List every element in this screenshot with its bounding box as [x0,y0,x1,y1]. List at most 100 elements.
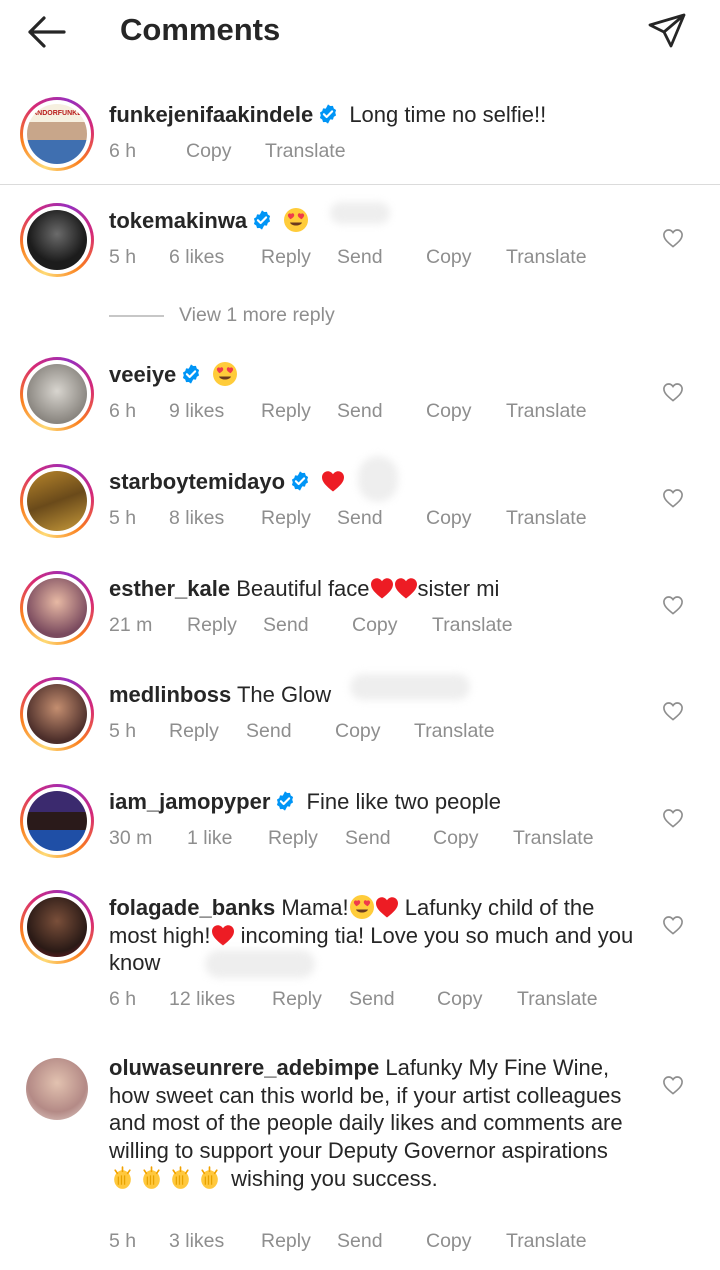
avatar[interactable] [20,464,94,538]
translate-button[interactable]: Translate [265,140,346,163]
likes-count[interactable]: 1 like [187,827,233,850]
comment-text: folagade_banks Mama! Lafunky child of th… [109,894,639,977]
avatar[interactable] [20,571,94,645]
comment-text: iam_jamopyper Fine like two people [109,788,639,816]
send-button[interactable]: Send [337,400,383,423]
copy-button[interactable]: Copy [437,988,483,1011]
translate-button[interactable]: Translate [506,1230,587,1253]
view-more-label[interactable]: View 1 more reply [179,304,335,327]
heart-outline-icon[interactable] [662,382,684,402]
heart-outline-icon[interactable] [662,915,684,935]
avatar-logo-text: ANDORFUNKE [32,110,82,117]
caption-body: Long time no selfie!! [349,102,547,127]
copy-button[interactable]: Copy [426,1230,472,1253]
likes-count[interactable]: 3 likes [169,1230,224,1253]
username[interactable]: folagade_banks [109,895,275,920]
avatar[interactable] [20,784,94,858]
heart-eyes-emoji-icon [349,894,375,920]
avatar[interactable] [20,890,94,964]
send-button[interactable]: Send [337,1230,383,1253]
translate-button[interactable]: Translate [513,827,594,850]
red-heart-emoji-icon [211,924,235,946]
copy-button[interactable]: Copy [426,400,472,423]
comment-body-end: wishing you success. [231,1166,438,1191]
translate-button[interactable]: Translate [506,246,587,269]
translate-button[interactable]: Translate [414,720,495,743]
reply-button[interactable]: Reply [272,988,322,1011]
heart-outline-icon[interactable] [662,228,684,248]
red-heart-emoji-icon [375,896,399,918]
username[interactable]: oluwaseunrere_adebimpe [109,1055,379,1080]
avatar[interactable] [20,677,94,751]
heart-outline-icon[interactable] [662,488,684,508]
reply-button[interactable]: Reply [261,507,311,530]
send-button[interactable]: Send [337,246,383,269]
send-button[interactable]: Send [337,507,383,530]
heart-outline-icon[interactable] [662,1075,684,1095]
verified-badge-icon [180,363,202,385]
reply-button[interactable]: Reply [187,614,237,637]
copy-button[interactable]: Copy [426,507,472,530]
redaction-smudge [350,674,470,700]
translate-button[interactable]: Translate [517,988,598,1011]
time-label: 5 h [109,1230,137,1252]
translate-button[interactable]: Translate [506,400,587,423]
red-heart-emoji-icon [370,577,394,599]
reply-button[interactable]: Reply [169,720,219,743]
likes-count[interactable]: 12 likes [169,988,235,1011]
time-label: 21 m [109,614,153,636]
avatar[interactable] [20,1052,94,1126]
copy-button[interactable]: Copy [352,614,398,637]
reply-button[interactable]: Reply [261,246,311,269]
reply-button[interactable]: Reply [261,1230,311,1253]
paper-plane-icon[interactable] [646,10,688,52]
username[interactable]: tokemakinwa [109,208,247,233]
red-heart-emoji-icon [394,577,418,599]
verified-badge-icon [317,103,339,125]
app-header: Comments [0,0,720,64]
comment-text: esther_kale Beautiful face sister mi [109,575,639,603]
clapping-hands-emoji-icon [167,1164,194,1191]
translate-button[interactable]: Translate [506,507,587,530]
redaction-smudge [330,202,390,224]
arrow-left-icon[interactable] [24,14,68,50]
time-label: 5 h [109,720,137,742]
likes-count[interactable]: 9 likes [169,400,224,423]
heart-outline-icon[interactable] [662,701,684,721]
clapping-hands-emoji-icon [109,1164,136,1191]
avatar[interactable] [20,357,94,431]
username[interactable]: medlinboss [109,682,231,707]
copy-button[interactable]: Copy [335,720,381,743]
username[interactable]: iam_jamopyper [109,789,270,814]
caption-text: funkejenifaakindele Long time no selfie!… [109,101,639,129]
divider [0,184,720,185]
comment-body: The Glow [236,682,332,707]
redaction-smudge [358,456,398,502]
redaction-smudge [205,950,315,978]
send-button[interactable]: Send [263,614,309,637]
username[interactable]: funkejenifaakindele [109,102,313,127]
likes-count[interactable]: 6 likes [169,246,224,269]
translate-button[interactable]: Translate [432,614,513,637]
username[interactable]: esther_kale [109,576,230,601]
send-button[interactable]: Send [349,988,395,1011]
red-heart-emoji-icon [321,470,345,492]
time-label: 6 h [109,988,137,1010]
heart-outline-icon[interactable] [662,595,684,615]
username[interactable]: veeiye [109,362,176,387]
time-label: 5 h [109,507,137,529]
avatar[interactable] [20,203,94,277]
username[interactable]: starboytemidayo [109,469,285,494]
copy-button[interactable]: Copy [186,140,232,163]
send-button[interactable]: Send [246,720,292,743]
avatar[interactable]: ANDORFUNKE [20,97,94,171]
time-label: 30 m [109,827,153,849]
heart-outline-icon[interactable] [662,808,684,828]
copy-button[interactable]: Copy [433,827,479,850]
copy-button[interactable]: Copy [426,246,472,269]
reply-button[interactable]: Reply [268,827,318,850]
reply-button[interactable]: Reply [261,400,311,423]
likes-count[interactable]: 8 likes [169,507,224,530]
send-button[interactable]: Send [345,827,391,850]
comment-body: Beautiful face [236,576,370,601]
